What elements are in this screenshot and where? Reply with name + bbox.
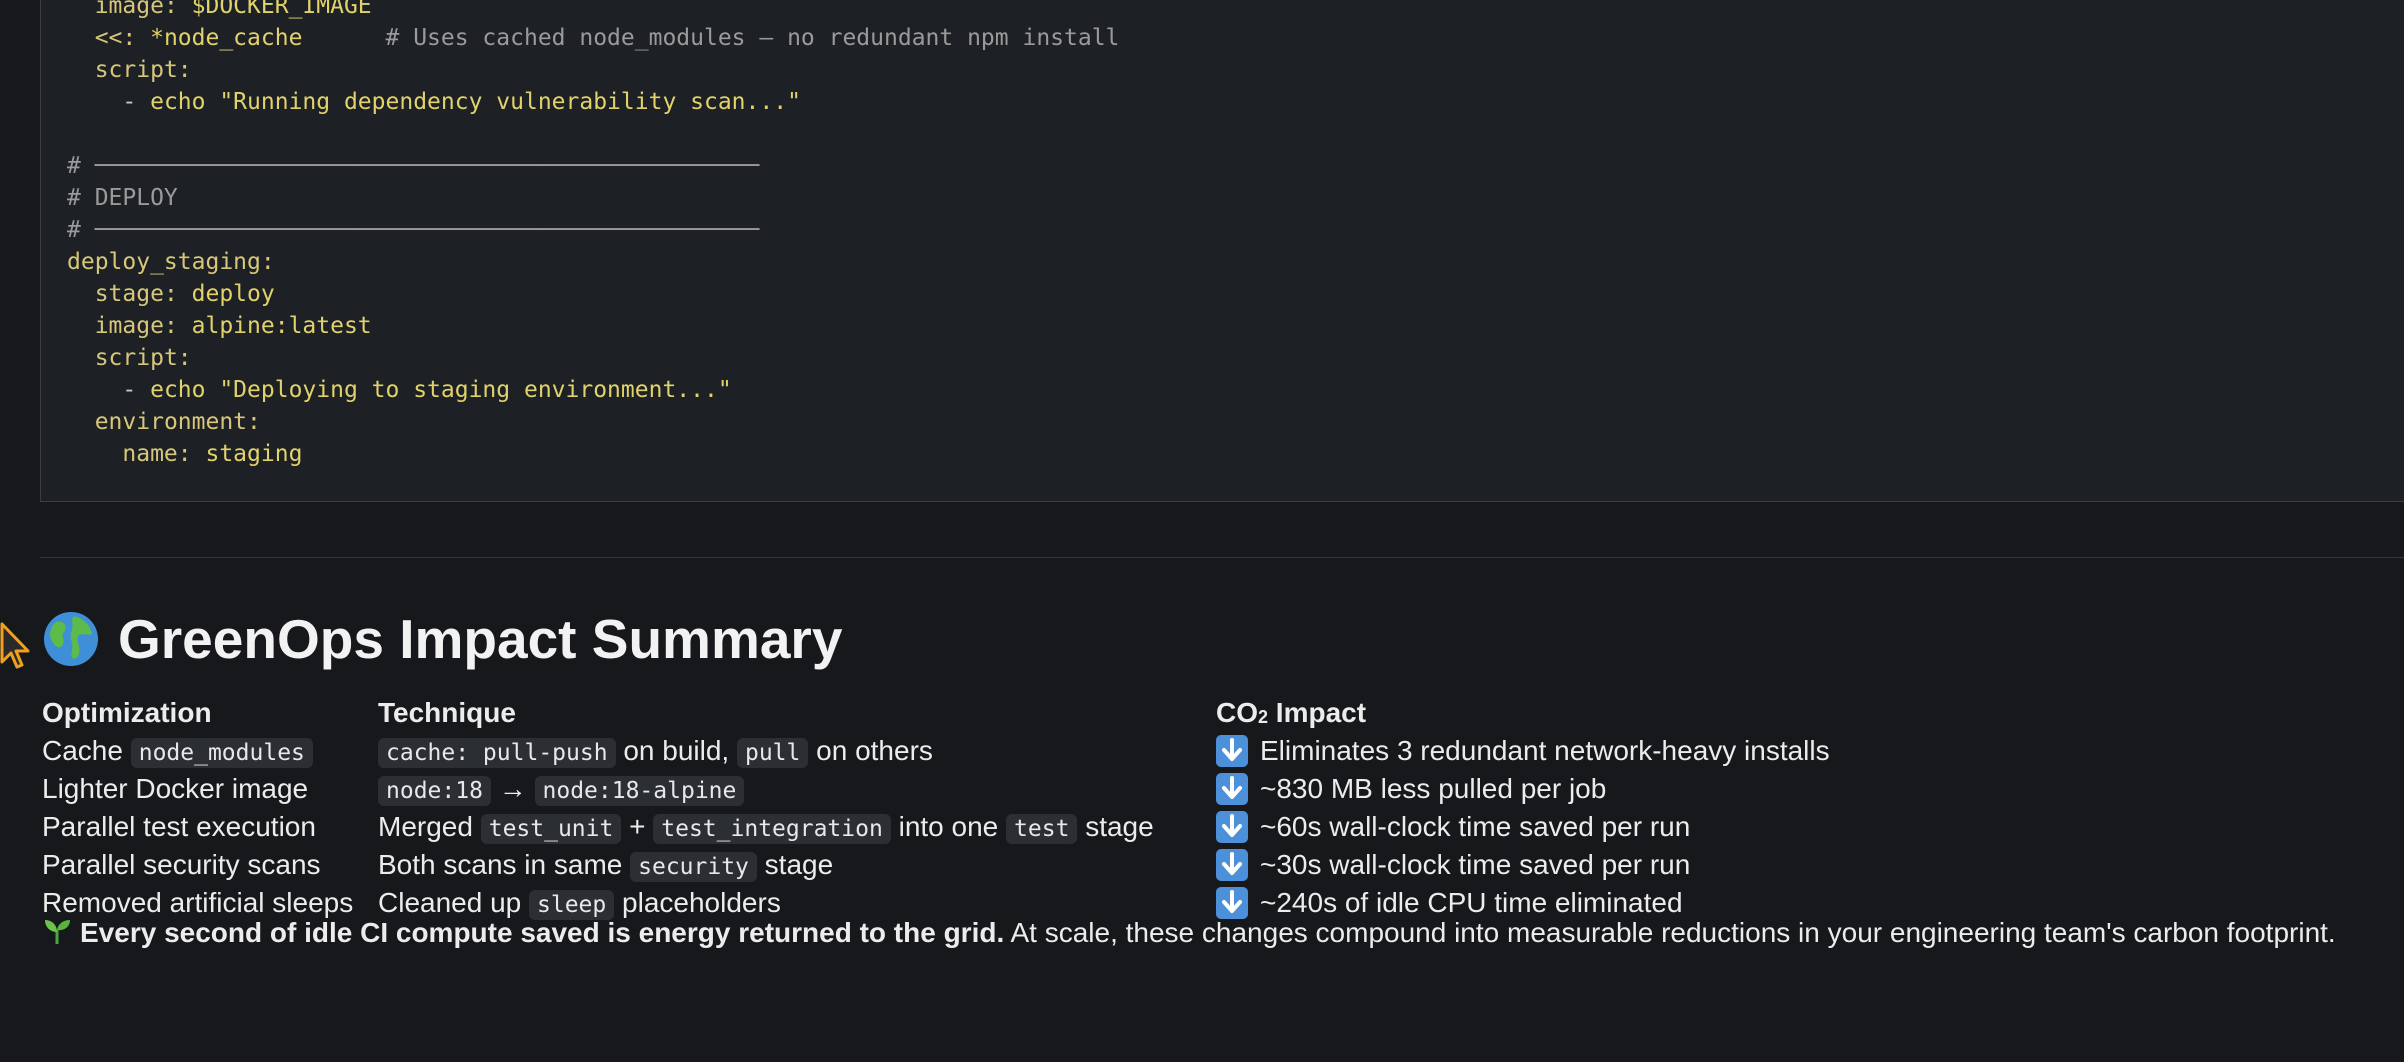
code-line: - echo "Running dependency vulnerability… [67, 89, 801, 115]
impact-text: Eliminates 3 redundant network-heavy ins… [1260, 735, 1830, 766]
inline-code: test [1006, 814, 1078, 844]
globe-icon [44, 612, 98, 666]
code-line: <<: *node_cache # Uses cached node_modul… [94, 25, 1120, 51]
code-line: stage: deploy [94, 281, 275, 307]
impact-cell: Eliminates 3 redundant network-heavy ins… [1216, 732, 1830, 770]
code-line: name: staging [122, 441, 303, 467]
technique-cell: Both scans in same security stage [378, 849, 834, 882]
optimization-cell: Parallel security scans [42, 849, 321, 880]
impact-cell: ~830 MB less pulled per job [1216, 770, 1606, 808]
footer-bold: Every second of idle CI compute saved is… [80, 917, 1005, 948]
inline-code: node:18 [378, 776, 491, 806]
impact-text: ~60s wall-clock time saved per run [1260, 811, 1691, 842]
code-line: deploy_staging: [67, 249, 275, 275]
impact-cell: ~30s wall-clock time saved per run [1216, 846, 1690, 884]
code-line: script: [94, 345, 192, 371]
inline-code: test_unit [480, 814, 622, 844]
inline-code: pull [736, 738, 809, 768]
impact-text: ~830 MB less pulled per job [1260, 773, 1607, 804]
inline-code: node_modules [130, 738, 313, 768]
down-arrow-icon [1216, 735, 1248, 767]
code-line: environment: [94, 409, 261, 435]
optimization-cell: Cache node_modules [42, 732, 313, 772]
technique-cell: Merged test_unit + test_integration into… [378, 811, 1154, 844]
inline-code: test_integration [653, 814, 891, 844]
section-divider [40, 557, 2404, 558]
yaml-code: image: $DOCKER_IMAGE <<: *node_cache # U… [67, 0, 1119, 470]
footer-text: At scale, these changes compound into me… [1004, 917, 2336, 948]
footer-note: Every second of idle CI compute saved is… [42, 916, 2372, 950]
code-line: image: alpine:latest [94, 313, 372, 339]
section-title: GreenOps Impact Summary [118, 608, 843, 670]
header-technique: Technique [378, 697, 516, 728]
code-line: # DEPLOY [67, 185, 178, 211]
sprout-icon [45, 920, 70, 944]
inline-code: cache: pull-push [378, 738, 616, 768]
code-line: # ──────────────────────────────────────… [67, 217, 760, 243]
technique-cell: cache: pull-push on build, pull on other… [378, 732, 933, 772]
inline-code: node:18-alpine [534, 776, 745, 806]
mouse-cursor-icon [0, 622, 30, 669]
code-block: image: $DOCKER_IMAGE <<: *node_cache # U… [40, 0, 2404, 502]
page-heading: GreenOps Impact Summary [42, 604, 842, 674]
header-optimization: Optimization [42, 697, 212, 728]
down-arrow-icon [1216, 811, 1248, 843]
impact-cell: ~60s wall-clock time saved per run [1216, 808, 1690, 846]
code-line: - echo "Deploying to staging environment… [67, 377, 732, 403]
inline-code: security [630, 852, 757, 882]
down-arrow-icon [1216, 773, 1248, 805]
impact-text: ~30s wall-clock time saved per run [1260, 849, 1691, 880]
optimization-cell: Lighter Docker image [42, 773, 309, 804]
code-line: image: $DOCKER_IMAGE [94, 0, 372, 19]
code-line: # ──────────────────────────────────────… [67, 153, 760, 179]
down-arrow-icon [1216, 849, 1248, 881]
code-line: script: [94, 57, 192, 83]
technique-cell: node:18 → node:18-alpine [378, 770, 745, 810]
down-arrow-icon [1216, 887, 1248, 919]
header-impact: CO 2 Impact [1216, 697, 1367, 728]
optimization-cell: Parallel test execution [42, 811, 316, 842]
